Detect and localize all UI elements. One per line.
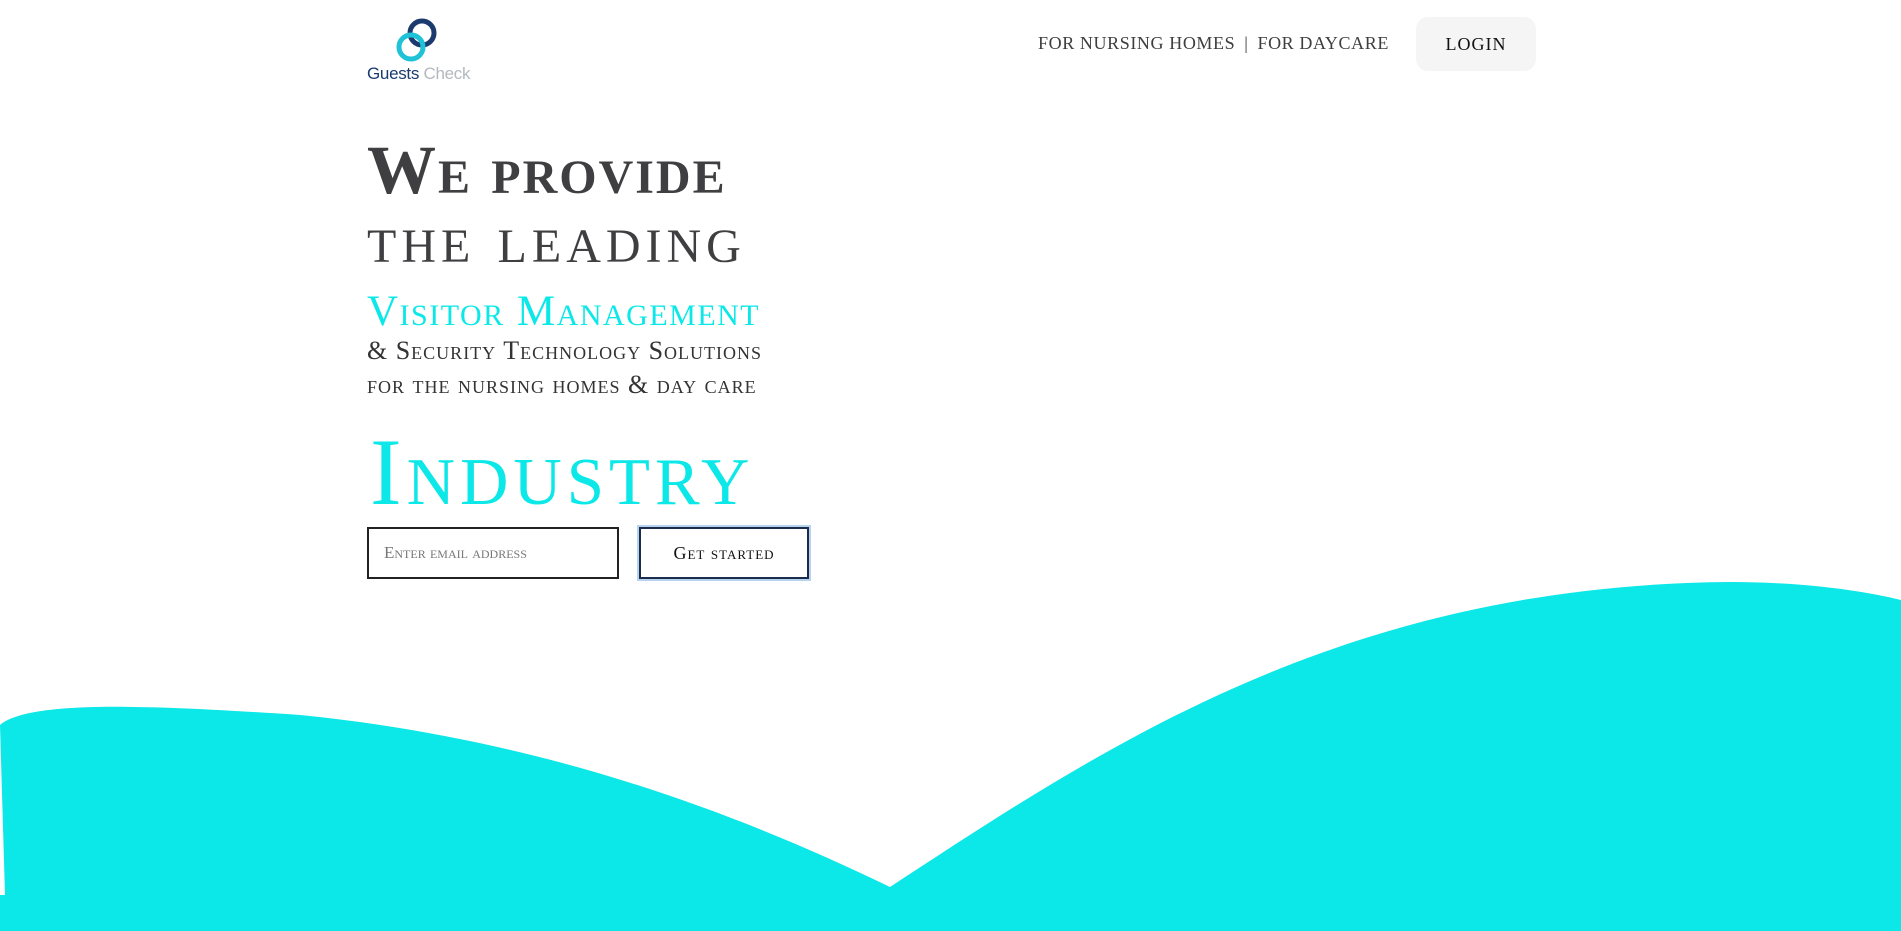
decorative-wave [0, 582, 1901, 931]
logo-word-guests: Guests [367, 64, 420, 83]
guestscheck-logo[interactable]: Guests Check [367, 18, 487, 88]
login-button[interactable]: LOGIN [1416, 17, 1536, 71]
hero-highlight: Visitor Management [367, 288, 761, 335]
hero-subtitle-1: & Security Technology Solutions [367, 336, 763, 365]
hero-industry: Industry [370, 419, 755, 525]
hero-heading-line2: the leading [367, 201, 746, 277]
logo-wordmark: Guests Check [367, 64, 470, 84]
nav-link-nursing-homes[interactable]: FOR NURSING HOMES [1038, 33, 1235, 54]
linked-rings-icon [396, 18, 437, 62]
hero-heading-line1: We provide [367, 132, 727, 208]
nav-separator: | [1244, 33, 1249, 53]
top-nav: FOR NURSING HOMES | FOR DAYCARE [1038, 33, 1389, 54]
nav-link-daycare[interactable]: FOR DAYCARE [1257, 33, 1388, 54]
hero-subtitle-2: for the nursing homes & day care [367, 370, 757, 399]
page-container: Guests Check FOR NURSING HOMES | FOR DAYCA… [367, 0, 1537, 600]
logo-word-check: Check [423, 64, 471, 83]
